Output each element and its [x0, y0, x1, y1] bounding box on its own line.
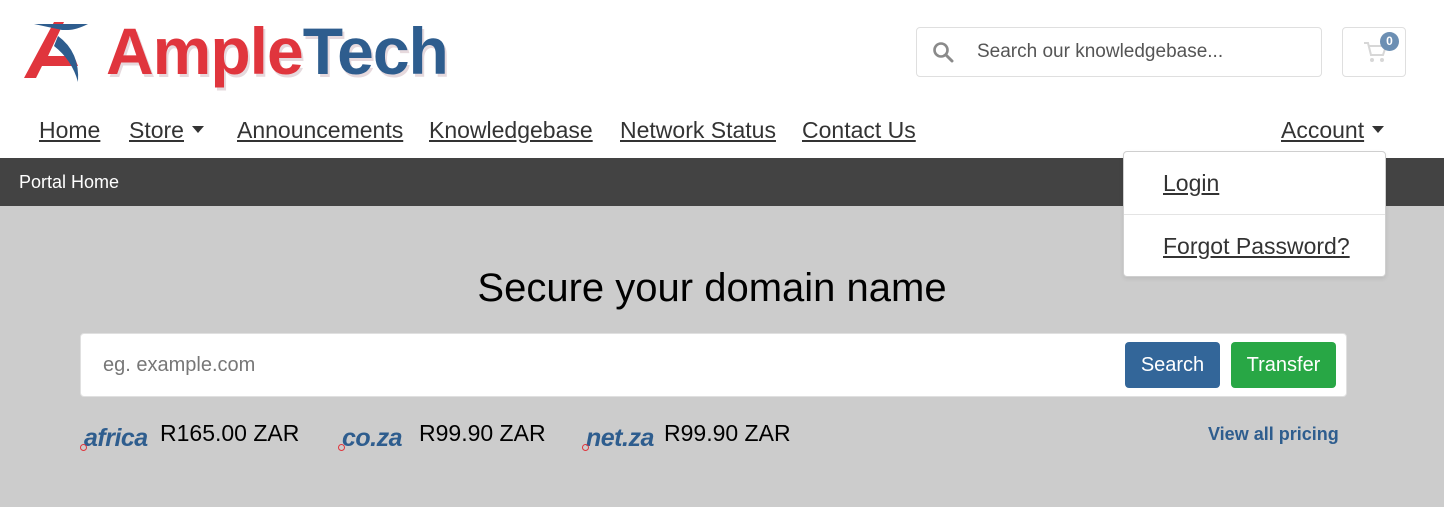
nav-network-status[interactable]: Network Status [620, 117, 776, 144]
domain-search-form: Search Transfer [80, 333, 1347, 397]
tld-price-coza: R99.90 ZAR [419, 420, 546, 446]
tld-price-netza: R99.90 ZAR [664, 420, 791, 446]
nav-knowledgebase[interactable]: Knowledgebase [429, 117, 593, 144]
tld-logo-coza-text: co.za [342, 424, 403, 452]
site-header: AmpleTech 0 Home Store Announcements Kno… [0, 0, 1444, 158]
tld-netza: net.za R99.90 ZAR [582, 418, 812, 454]
knowledgebase-search-input[interactable] [977, 28, 1307, 76]
hero-title: Secure your domain name [477, 266, 947, 310]
logo-ample: Ample [106, 14, 304, 88]
site-logo[interactable]: AmpleTech [18, 12, 488, 90]
chevron-down-icon [191, 126, 204, 134]
domain-search-input[interactable] [103, 334, 1103, 396]
tld-dot-icon [582, 444, 589, 451]
domain-transfer-button[interactable]: Transfer [1231, 342, 1336, 388]
account-dropdown-menu: Login Forgot Password? [1123, 151, 1386, 277]
chevron-down-icon [1372, 126, 1385, 134]
tld-dot-icon [80, 444, 87, 451]
breadcrumb-portal-home[interactable]: Portal Home [19, 172, 119, 193]
tld-coza: co.za R99.90 ZAR [338, 418, 568, 454]
tld-logo-coza: co.za [338, 424, 403, 453]
nav-account[interactable]: Account [1281, 117, 1385, 144]
menu-divider [1124, 214, 1385, 215]
menu-item-forgot-password[interactable]: Forgot Password? [1163, 233, 1350, 260]
tld-price-africa: R165.00 ZAR [160, 420, 300, 446]
nav-announcements[interactable]: Announcements [237, 117, 403, 144]
logo-wordmark: AmpleTech [106, 12, 449, 90]
tld-logo-africa-text: africa [84, 424, 148, 452]
view-all-pricing-link[interactable]: View all pricing [1208, 424, 1339, 445]
tld-logo-netza-text: net.za [586, 424, 654, 452]
tld-logo-africa: africa [80, 424, 148, 453]
logo-tech: Tech [302, 14, 449, 88]
tld-logo-netza: net.za [582, 424, 654, 453]
knowledgebase-search [916, 27, 1322, 77]
nav-account-label: Account [1281, 117, 1365, 143]
search-icon[interactable] [932, 41, 954, 63]
nav-contact-us[interactable]: Contact Us [802, 117, 916, 144]
tld-dot-icon [338, 444, 345, 451]
menu-item-login[interactable]: Login [1163, 170, 1219, 197]
nav-store[interactable]: Store [129, 117, 204, 144]
nav-store-label: Store [129, 117, 184, 143]
domain-search-button[interactable]: Search [1125, 342, 1220, 388]
tld-africa: africa R165.00 ZAR [80, 418, 320, 454]
cart-count-badge: 0 [1380, 32, 1399, 51]
nav-home[interactable]: Home [39, 117, 100, 144]
cart-button[interactable]: 0 [1342, 27, 1406, 77]
logo-mark-icon [24, 22, 88, 82]
